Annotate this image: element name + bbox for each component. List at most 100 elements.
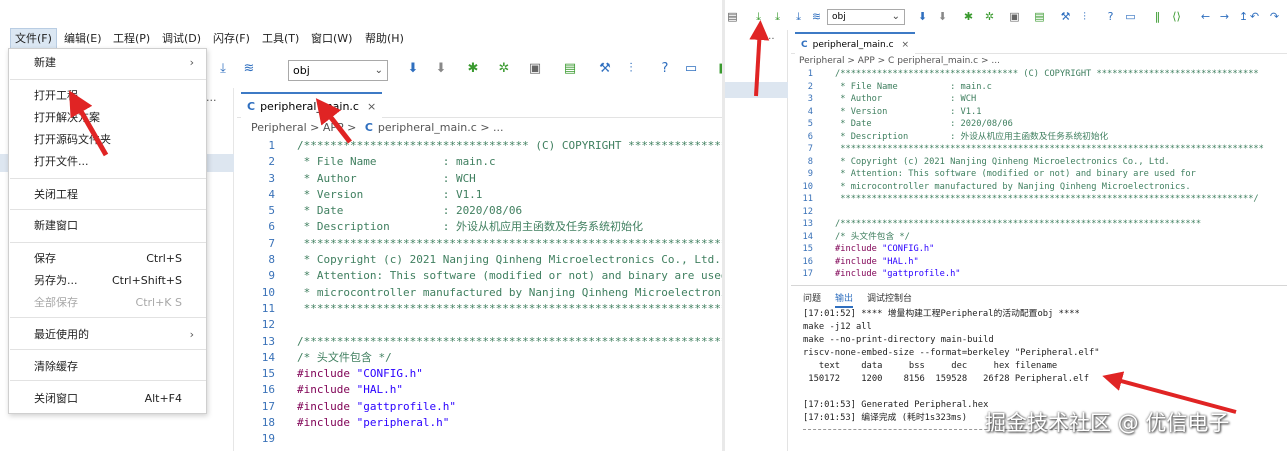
arrow-right-icon[interactable]: → [1217, 9, 1232, 24]
format-icon[interactable]: ‖ [1150, 9, 1165, 24]
code-text: #include "HAL.h" [835, 257, 919, 267]
code-line: 5 * Date : 2020/08/06 [237, 203, 722, 219]
flash-download-icon[interactable]: ⬇ [915, 9, 930, 24]
line-number: 3 [807, 94, 813, 104]
layers-icon[interactable]: ≋ [240, 60, 258, 78]
chip-icon[interactable]: ▤ [561, 60, 579, 78]
code-line: 10 * microcontroller manufactured by Nan… [791, 181, 1287, 194]
rebuild-icon[interactable]: ⤓ [770, 9, 785, 24]
bug-outline-icon[interactable]: ✲ [495, 60, 513, 78]
code-line: 18 #include "peripheral.h" [237, 415, 722, 431]
flash-erase-icon[interactable]: ⬇ [935, 9, 950, 24]
chat-icon[interactable]: ▭ [682, 60, 700, 78]
tab-debug-console[interactable]: 调试控制台 [867, 291, 912, 304]
download-icon[interactable]: ⤓ [214, 60, 232, 78]
menu-window[interactable]: 窗口(W) [307, 28, 356, 50]
menu-item[interactable]: 另存为... Ctrl+Shift+S [9, 270, 206, 292]
flash-erase-icon[interactable]: ⬇ [432, 60, 450, 78]
menu-separator [10, 349, 206, 350]
close-icon[interactable]: × [902, 40, 910, 50]
download-icon[interactable]: ⤓ [791, 9, 806, 24]
menu-item[interactable]: 打开文件... [9, 151, 206, 173]
menu-flash[interactable]: 闪存(F) [209, 28, 254, 50]
new-file-icon[interactable]: ▤ [725, 9, 740, 24]
code-text: * Version : V1.1 [297, 187, 483, 201]
menu-tools[interactable]: 工具(T) [258, 28, 303, 50]
chevron-right-icon: › [189, 56, 194, 69]
menu-item[interactable]: 关闭工程 [9, 184, 206, 206]
undo-icon[interactable]: ↶ [1247, 9, 1262, 24]
chip-icon[interactable]: ▤ [1032, 9, 1047, 24]
explorer-selected-row[interactable] [725, 82, 788, 98]
code-editor[interactable]: 1 /********************************** (C)… [791, 68, 1287, 281]
code-line: 12 [237, 317, 722, 333]
misc-toolbar-icon[interactable]: ▮ [713, 60, 722, 78]
more-options-icon[interactable]: ··· [206, 94, 217, 107]
console-line: text data bss dec hex filename [803, 361, 1058, 371]
chevron-down-icon: ⌄ [891, 11, 900, 22]
flash-download-icon[interactable]: ⬇ [404, 60, 422, 78]
menu-debug[interactable]: 调试(D) [158, 28, 205, 50]
device-icon[interactable]: ▣ [526, 60, 544, 78]
tools-icon[interactable]: ⚒ [1058, 9, 1073, 24]
menu-item[interactable]: 最近使用的 › [9, 324, 206, 346]
arrow-left-icon[interactable]: ← [1198, 9, 1213, 24]
line-number: 15 [261, 367, 275, 381]
menu-item[interactable]: 打开工程 [9, 85, 206, 107]
settings-sliders-icon[interactable]: ⫶ [1077, 9, 1092, 24]
settings-sliders-icon[interactable]: ⫶ [622, 60, 640, 78]
menu-item[interactable]: 打开解决方案 [9, 107, 206, 129]
code-line: 13 /*************************************… [791, 218, 1287, 231]
debug-bug-icon[interactable]: ✱ [464, 60, 482, 78]
c-file-icon: C [364, 121, 373, 134]
menu-file[interactable]: 文件(F) [10, 28, 57, 50]
chat-icon[interactable]: ▭ [1123, 9, 1138, 24]
tab-problems[interactable]: 问题 [803, 291, 821, 304]
code-line: 10 * microcontroller manufactured by Nan… [237, 285, 722, 301]
editor-tab[interactable]: Cperipheral_main.c × [241, 92, 383, 118]
menu-item[interactable]: 打开源码文件夹 [9, 129, 206, 151]
code-text: /***************************************… [835, 219, 1202, 229]
include-string: "HAL.h" [882, 256, 919, 267]
code-line: 9 * Attention: This software (modified o… [237, 268, 722, 284]
code-text: * Copyright (c) 2021 Nanjing Qinheng Mic… [297, 253, 721, 267]
code-text: * Version : V1.1 [835, 106, 982, 117]
build-icon[interactable]: ⤓ [751, 9, 766, 24]
breadcrumb-file[interactable]: peripheral_main.c [378, 121, 477, 134]
redo-icon[interactable]: ↷ [1267, 9, 1282, 24]
close-icon[interactable]: × [367, 100, 376, 113]
layers-icon[interactable]: ≋ [809, 9, 824, 24]
breadcrumb-path[interactable]: Peripheral > APP > [251, 121, 356, 134]
breadcrumb[interactable]: Peripheral > APP > C peripheral_main.c >… [791, 54, 1287, 68]
debug-bug-icon[interactable]: ✱ [961, 9, 976, 24]
menu-item[interactable]: 新建窗口 [9, 215, 206, 237]
menu-separator [10, 380, 206, 381]
menu-item-label: 新建 [34, 56, 56, 69]
tab-output[interactable]: 输出 [835, 291, 854, 308]
menu-separator [10, 178, 206, 179]
editor-tab[interactable]: Cperipheral_main.c × [795, 32, 916, 54]
help-icon[interactable]: ? [656, 60, 674, 78]
bug-outline-icon[interactable]: ✲ [982, 9, 997, 24]
menu-item[interactable]: 新建 › [9, 52, 206, 74]
menu-edit[interactable]: 编辑(E) [60, 28, 106, 50]
code-icon[interactable]: ⟨⟩ [1169, 9, 1184, 24]
help-icon[interactable]: ? [1103, 9, 1118, 24]
code-editor[interactable]: 1 /********************************** (C)… [237, 138, 722, 448]
preprocessor-keyword: #include [835, 269, 883, 279]
code-line: 15 #include "CONFIG.h" [791, 243, 1287, 256]
code-text: * Description : 外设从机应用主函数及任务系统初始化 [835, 131, 1109, 142]
menu-item[interactable]: 关闭窗口 Alt+F4 [9, 388, 206, 410]
more-options-icon[interactable]: ··· [765, 34, 775, 45]
menu-item[interactable]: 清除缓存 [9, 356, 206, 378]
menu-item[interactable]: 保存 Ctrl+S [9, 248, 206, 270]
code-text: * Author : WCH [297, 171, 476, 185]
device-icon[interactable]: ▣ [1007, 9, 1022, 24]
menu-help[interactable]: 帮助(H) [361, 28, 408, 50]
build-config-select-right[interactable]: obj ⌄ [827, 9, 905, 25]
build-config-select[interactable]: obj ⌄ [288, 60, 388, 81]
tools-icon[interactable]: ⚒ [596, 60, 614, 78]
line-number: 4 [807, 106, 813, 117]
menu-project[interactable]: 工程(P) [109, 28, 154, 50]
